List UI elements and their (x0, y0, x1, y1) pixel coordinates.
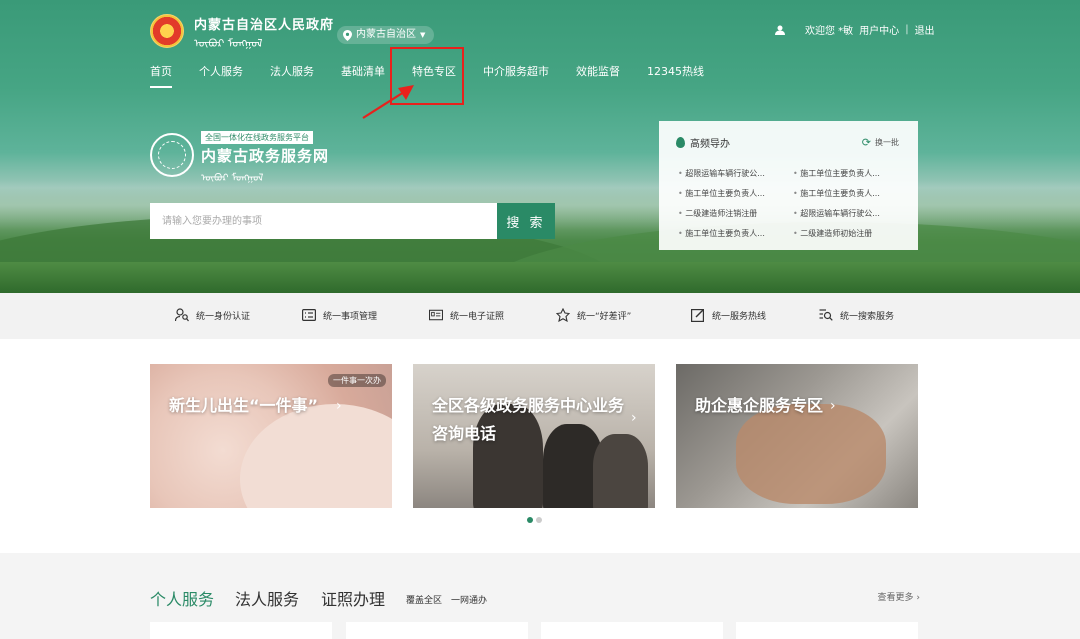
service-item-management[interactable]: 统一事项管理 (302, 308, 377, 322)
service-e-certificate[interactable]: 统一电子证照 (429, 308, 504, 322)
carousel-pagination (527, 517, 542, 523)
unified-services-bar: 统一身份认证 统一事项管理 统一电子证照 统一“好差评” 统一服务热线 统一搜索… (0, 293, 1080, 339)
carousel-card-enterprise[interactable]: 助企惠企服务专区 › (676, 364, 918, 508)
gov-mongolian-script: ᠥᠪᠦᠷ ᠮᠣᠩᠭᠣᠯ (194, 37, 263, 50)
top-header: 内蒙古自治区人民政府 ᠥᠪᠦᠷ ᠮᠣᠩᠭᠣᠯ 内蒙古自治区 ▼ 欢迎您 *敏 用… (0, 0, 1080, 90)
feature-carousel: 一件事一次办 新生儿出生“一件事” › 全区各级政务服务中心业务 咨询电话 › … (0, 339, 1080, 553)
guide-refresh-button[interactable]: ⟳ 换一批 (862, 136, 899, 149)
hero-grassland (0, 262, 1080, 293)
service-label: 统一事项管理 (323, 311, 378, 322)
service-identity-auth[interactable]: 统一身份认证 (175, 308, 250, 322)
service-hotline[interactable]: 统一服务热线 (691, 308, 766, 322)
nav-item-agency-market[interactable]: 中介服务超市 (483, 64, 549, 90)
edit-icon (691, 309, 705, 322)
portal-logo[interactable]: 全国一体化在线政务服务平台 内蒙古政务服务网 ᠥᠪᠦᠷ ᠮᠣᠩᠭᠣᠯ (150, 130, 330, 190)
platform-tag: 全国一体化在线政务服务平台 (201, 131, 313, 144)
nav-item-personal[interactable]: 个人服务 (199, 64, 243, 90)
welcome-text: 欢迎您 *敏 (805, 26, 854, 37)
rating-icon (556, 308, 570, 322)
frequent-guide-panel: 高频导办 ⟳ 换一批 超限运输车辆行驶公... 施工单位主要负责人... 施工单… (659, 121, 918, 250)
guide-list: 超限运输车辆行驶公... 施工单位主要负责人... 施工单位主要负责人... 施… (678, 167, 903, 241)
guide-item[interactable]: 施工单位主要负责人... (793, 167, 903, 181)
service-label: 统一身份认证 (196, 311, 251, 322)
guide-refresh-label: 换一批 (875, 138, 899, 147)
service-card[interactable] (150, 622, 332, 639)
gov-title[interactable]: 内蒙古自治区人民政府 (194, 14, 334, 33)
service-label: 统一服务热线 (712, 311, 767, 322)
identity-icon (175, 308, 189, 322)
drop-icon (676, 137, 685, 148)
section-subtitle: 覆盖全区 (406, 596, 443, 606)
nav-item-home[interactable]: 首页 (150, 64, 172, 90)
location-pin-icon (343, 29, 352, 41)
certificate-icon (429, 309, 443, 321)
service-card[interactable] (736, 622, 918, 639)
guide-item[interactable]: 施工单位主要负责人... (678, 187, 793, 201)
portal-mongolian-script: ᠥᠪᠦᠷ ᠮᠣᠩᠭᠣᠯ (201, 173, 264, 184)
service-section: 个人服务 法人服务 证照办理 覆盖全区 一网通办 查看更多 › (0, 553, 1080, 639)
national-emblem-icon (150, 14, 184, 48)
guide-item[interactable]: 超限运输车辆行驶公... (678, 167, 793, 181)
service-rating[interactable]: 统一“好差评” (556, 308, 631, 322)
user-area: 欢迎您 *敏 用户中心 | 退出 (775, 22, 935, 37)
user-center-link[interactable]: 用户中心 (859, 22, 899, 37)
card-badge: 一件事一次办 (328, 374, 386, 387)
portal-emblem-icon (150, 133, 194, 177)
search-button[interactable]: 搜 索 (497, 203, 555, 239)
carousel-card-newborn[interactable]: 一件事一次办 新生儿出生“一件事” › (150, 364, 392, 508)
tab-personal-services[interactable]: 个人服务 (150, 586, 214, 610)
nav-item-hotline[interactable]: 12345热线 (647, 64, 704, 90)
list-icon (302, 309, 316, 321)
tab-license-services[interactable]: 证照办理 (321, 586, 385, 610)
card-title: 新生儿出生“一件事” (169, 396, 319, 415)
section-subtitle: 一网通办 (451, 596, 488, 606)
user-icon (775, 25, 785, 35)
portal-name: 内蒙古政务服务网 (201, 147, 330, 165)
guide-item[interactable]: 施工单位主要负责人... (793, 187, 903, 201)
service-label: 统一“好差评” (577, 311, 632, 322)
tab-legal-services[interactable]: 法人服务 (235, 586, 299, 610)
guide-title: 高频导办 (690, 139, 730, 150)
guide-item[interactable]: 施工单位主要负责人... (678, 227, 793, 241)
guide-item[interactable]: 二级建造师注销注册 (678, 207, 793, 221)
nav-item-supervision[interactable]: 效能监督 (576, 64, 620, 90)
chevron-right-icon: › (830, 398, 836, 414)
region-label: 内蒙古自治区 (356, 29, 416, 40)
dropdown-caret-icon: ▼ (420, 31, 426, 39)
card-title: 助企惠企服务专区 (695, 396, 824, 415)
search-list-icon (819, 309, 833, 321)
annotation-arrow-icon (362, 85, 414, 119)
logout-link[interactable]: 退出 (915, 22, 935, 37)
carousel-dot[interactable] (536, 517, 542, 523)
guide-header: 高频导办 (676, 135, 730, 150)
card-title: 全区各级政务服务中心业务 咨询电话 (432, 396, 625, 443)
carousel-dot-active[interactable] (527, 517, 533, 523)
region-selector[interactable]: 内蒙古自治区 ▼ (337, 26, 435, 44)
guide-item[interactable]: 二级建造师初始注册 (793, 227, 903, 241)
search-input[interactable] (150, 203, 497, 239)
service-card[interactable] (541, 622, 723, 639)
service-search[interactable]: 统一搜索服务 (819, 308, 894, 322)
nav-item-legal-person[interactable]: 法人服务 (270, 64, 314, 90)
chevron-right-icon: › (631, 410, 637, 426)
separator: | (905, 24, 909, 35)
guide-item[interactable]: 超限运输车辆行驶公... (793, 207, 903, 221)
service-card[interactable] (346, 622, 528, 639)
carousel-card-service-hotline[interactable]: 全区各级政务服务中心业务 咨询电话 › (413, 364, 655, 508)
view-more-link[interactable]: 查看更多 › (878, 590, 920, 603)
service-label: 统一电子证照 (450, 311, 505, 322)
service-label: 统一搜索服务 (840, 311, 895, 322)
chevron-right-icon: › (336, 398, 342, 414)
refresh-icon: ⟳ (861, 136, 871, 149)
